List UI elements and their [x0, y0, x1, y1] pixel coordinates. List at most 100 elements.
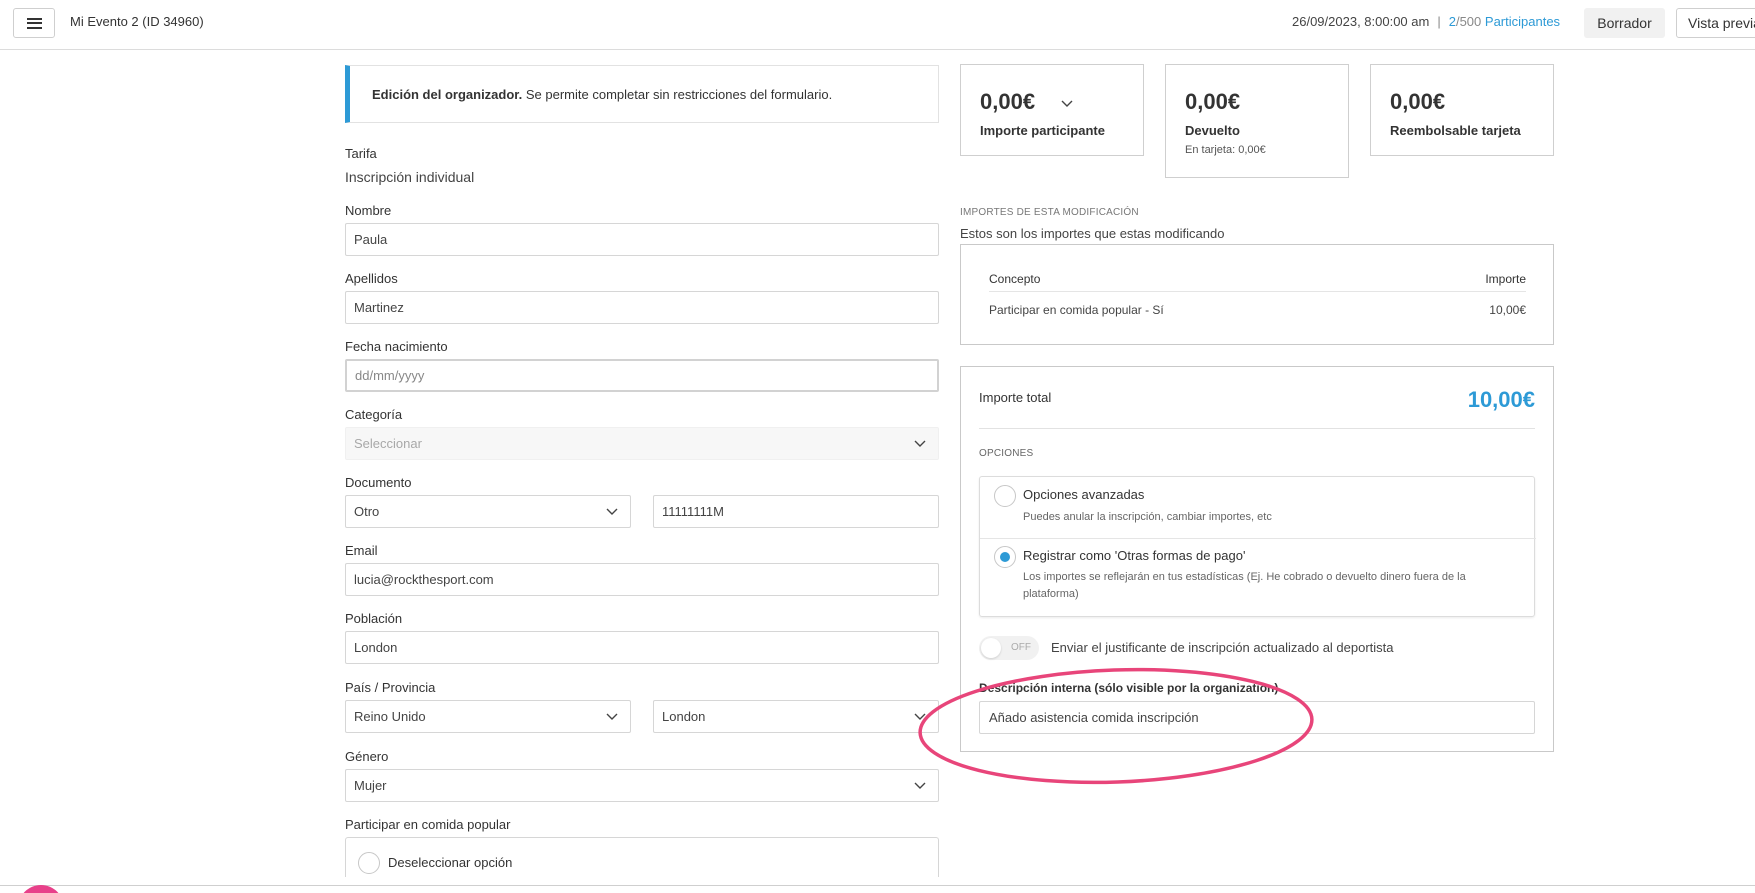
chevron-down-icon: [914, 438, 926, 448]
pais-value: Reino Unido: [354, 709, 426, 724]
categoria-select[interactable]: Seleccionar: [345, 427, 939, 460]
provincia-value: London: [662, 709, 706, 724]
genero-value: Mujer: [354, 778, 387, 793]
devuelto-label: Devuelto: [1185, 123, 1240, 138]
total-amount: 10,00€: [1467, 387, 1535, 412]
reembolsable-label: Reembolsable tarjeta: [1390, 123, 1521, 138]
email-label: Email: [345, 543, 378, 558]
preview-button[interactable]: Vista previa: [1676, 8, 1755, 38]
event-datetime: 26/09/2023, 8:00:00 am: [1292, 14, 1430, 29]
toggle-label: Enviar el justificante de inscripción ac…: [1051, 640, 1394, 655]
fecha-input[interactable]: dd/mm/yyyy: [345, 359, 939, 392]
genero-select[interactable]: Mujer: [345, 769, 939, 802]
chevron-down-icon: [914, 711, 926, 721]
apellidos-value: Martinez: [354, 300, 404, 315]
total-panel: Importe total 10,00€ OPCIONES Opciones a…: [960, 366, 1554, 752]
radio-advanced[interactable]: [994, 485, 1016, 507]
total-label: Importe total: [979, 390, 1052, 405]
devuelto-sub: En tarjeta: 0,00€: [1185, 144, 1266, 156]
pais-select[interactable]: Reino Unido: [345, 700, 631, 733]
notice-text: Se permite completar sin restricciones d…: [522, 86, 833, 102]
event-title: Mi Evento 2 (ID 34960): [70, 14, 204, 29]
concept-table: Concepto Importe Participar en comida po…: [960, 244, 1554, 345]
separator: |: [1437, 14, 1441, 29]
option-advanced-desc: Puedes anular la inscripción, cambiar im…: [1023, 511, 1272, 523]
concept-table-header: Concepto Importe: [989, 270, 1526, 292]
comida-label: Participar en comida popular: [345, 817, 511, 832]
provincia-select[interactable]: London: [653, 700, 939, 733]
chevron-down-icon: [606, 711, 618, 721]
poblacion-input[interactable]: London: [345, 631, 939, 664]
nombre-input[interactable]: Paula: [345, 223, 939, 256]
col-importe: Importe: [1485, 272, 1526, 286]
tarifa-label: Tarifa: [345, 146, 377, 161]
options-card: Opciones avanzadas Puedes anular la insc…: [979, 476, 1536, 617]
email-value: lucia@rockthesport.com: [354, 572, 494, 587]
nombre-value: Paula: [354, 232, 388, 247]
internal-description-value: Añado asistencia comida inscripción: [989, 710, 1199, 725]
fecha-label: Fecha nacimiento: [345, 339, 448, 354]
participants-link[interactable]: 2/500 Participantes: [1449, 14, 1560, 29]
documento-type-select[interactable]: Otro: [345, 495, 631, 528]
row-importe: 10,00€: [1489, 303, 1526, 317]
documento-label: Documento: [345, 475, 412, 490]
menu-button[interactable]: [13, 8, 55, 38]
deselect-option-label: Deseleccionar opción: [388, 855, 513, 870]
participants-count: 2: [1448, 14, 1456, 29]
option-advanced-title: Opciones avanzadas: [1023, 487, 1145, 502]
apellidos-input[interactable]: Martinez: [345, 291, 939, 324]
toggle-knob: [981, 638, 1001, 658]
participants-label: Participantes: [1484, 14, 1561, 29]
documento-number-input[interactable]: 11111111M: [653, 495, 939, 528]
fecha-placeholder: dd/mm/yyyy: [355, 368, 425, 383]
radio-other-payment[interactable]: [994, 546, 1016, 568]
devuelto-amount: 0,00€: [1185, 89, 1241, 114]
opciones-caption: OPCIONES: [979, 448, 1034, 459]
categoria-value: Seleccionar: [354, 436, 422, 451]
participante-label: Importe participante: [980, 123, 1105, 138]
documento-number-value: 11111111M: [662, 504, 724, 519]
pais-label: País / Provincia: [345, 680, 436, 695]
bottom-divider: [0, 885, 1755, 886]
toggle-state: OFF: [1011, 642, 1031, 653]
chevron-down-icon: [606, 506, 618, 516]
stat-importe-participante: 0,00€ Importe participante: [960, 64, 1144, 156]
send-receipt-toggle[interactable]: OFF: [979, 636, 1039, 660]
genero-label: Género: [345, 749, 389, 764]
nombre-label: Nombre: [345, 203, 392, 218]
option-other-payment-title: Registrar como 'Otras formas de pago': [1023, 548, 1246, 563]
option-other-payment-desc: Los importes se reflejarán en tus estadí…: [1023, 571, 1466, 600]
participante-amount: 0,00€: [980, 89, 1036, 114]
chat-launcher-icon[interactable]: [18, 885, 64, 893]
col-concepto: Concepto: [989, 272, 1041, 286]
tarifa-value: Inscripción individual: [345, 169, 475, 185]
option-other-payment[interactable]: Registrar como 'Otras formas de pago' Lo…: [980, 539, 1536, 617]
top-bar: Mi Evento 2 (ID 34960) 26/09/2023, 8:00:…: [0, 0, 1755, 50]
modification-caption: IMPORTES DE ESTA MODIFICACIÓN: [960, 207, 1139, 218]
row-concepto: Participar en comida popular - Sí: [989, 303, 1164, 317]
comida-options: Deseleccionar opción: [345, 837, 939, 877]
poblacion-label: Población: [345, 611, 403, 626]
stat-devuelto: 0,00€ Devuelto En tarjeta: 0,00€: [1165, 64, 1349, 178]
poblacion-value: London: [354, 640, 398, 655]
event-info: 26/09/2023, 8:00:00 am | 2/500 Participant…: [1292, 14, 1560, 29]
option-advanced[interactable]: Opciones avanzadas Puedes anular la insc…: [980, 477, 1536, 538]
categoria-label: Categoría: [345, 407, 403, 422]
internal-description-input[interactable]: Añado asistencia comida inscripción: [979, 701, 1535, 734]
chevron-down-icon: [914, 780, 926, 790]
internal-description-label: Descripción interna (sólo visible por la…: [979, 681, 1279, 695]
organizer-notice: Edición del organizador. Se permite comp…: [345, 65, 939, 123]
draft-button[interactable]: Borrador: [1584, 8, 1665, 38]
modification-subtitle: Estos son los importes que estas modific…: [960, 226, 1225, 241]
divider: [979, 428, 1535, 429]
apellidos-label: Apellidos: [345, 271, 398, 286]
reembolsable-amount: 0,00€: [1390, 89, 1446, 114]
deselect-radio[interactable]: [358, 852, 380, 874]
chevron-down-icon[interactable]: [1061, 95, 1073, 107]
email-input[interactable]: lucia@rockthesport.com: [345, 563, 939, 596]
documento-type-value: Otro: [354, 504, 380, 519]
hamburger-icon: [26, 17, 42, 29]
participants-total: /500: [1455, 14, 1482, 29]
notice-bold: Edición del organizador.: [372, 86, 523, 102]
stat-reembolsable: 0,00€ Reembolsable tarjeta: [1370, 64, 1554, 156]
